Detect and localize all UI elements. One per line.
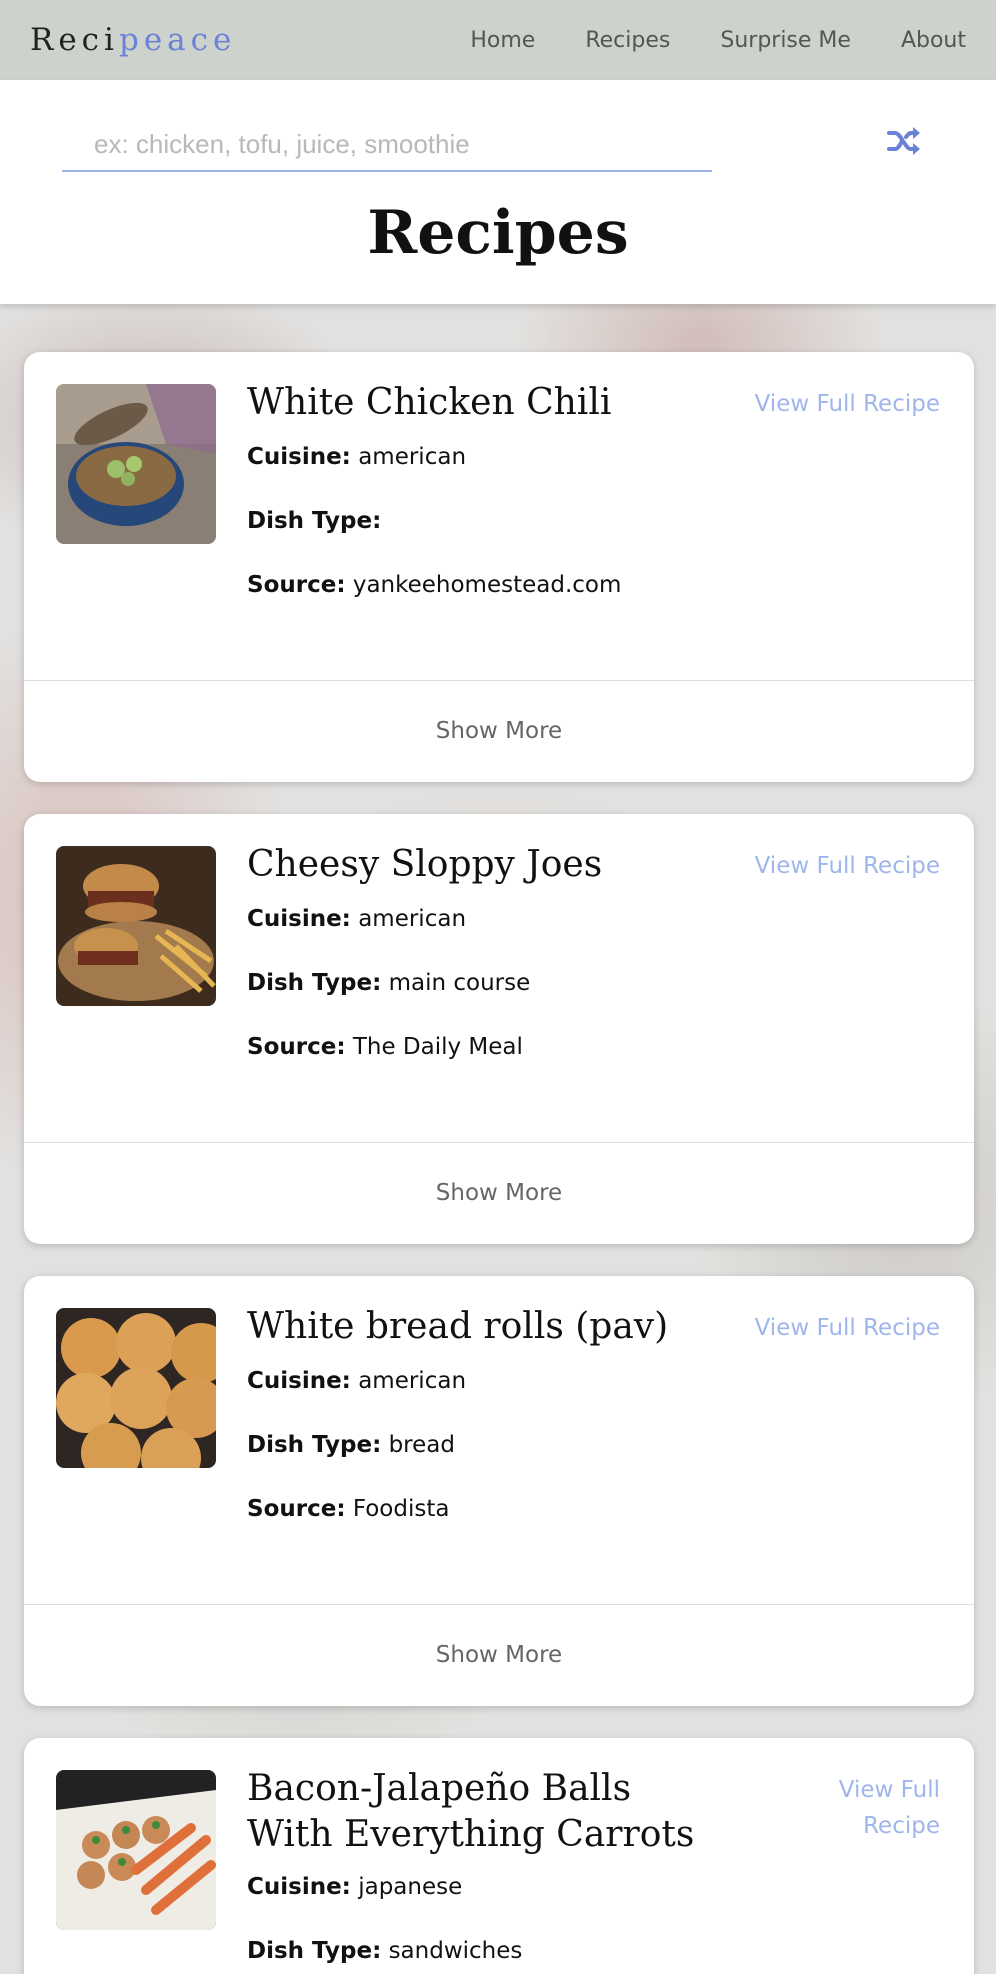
source-label: Source: [247,1034,346,1060]
nav-home[interactable]: Home [470,28,535,53]
logo[interactable]: Recipeace [30,22,236,58]
source-field: Source: yankeehomestead.com [247,572,621,598]
cuisine-value: american [358,906,467,932]
cuisine-field: Cuisine: japanese [247,1874,462,1900]
source-label: Source: [247,1496,346,1522]
recipe-image[interactable] [56,1308,216,1468]
dish-type-value: bread [388,1432,455,1458]
cuisine-value: american [358,444,467,470]
source-value: Foodista [352,1496,450,1522]
view-full-recipe-link[interactable]: View Full Recipe [755,848,940,884]
page-title: Recipes [367,198,629,268]
card-divider [24,1604,974,1605]
recipe-title: Bacon-Jalapeño Balls With Everything Car… [247,1768,695,1855]
nav-links: Home Recipes Surprise Me About [420,28,966,53]
recipe-card: Bacon-Jalapeño Balls With Everything Car… [24,1738,974,1974]
source-field: Source: The Daily Meal [247,1034,523,1060]
nav-recipes[interactable]: Recipes [585,28,670,53]
show-more-button[interactable]: Show More [24,718,974,744]
dish-type-label: Dish Type: [247,1432,382,1458]
cuisine-label: Cuisine: [247,906,351,932]
nav-about[interactable]: About [901,28,966,53]
logo-accent: peace [118,22,237,58]
recipe-title: Cheesy Sloppy Joes [247,844,603,885]
show-more-button[interactable]: Show More [24,1642,974,1668]
view-full-recipe-link[interactable]: View Full Recipe [810,1772,940,1844]
cuisine-label: Cuisine: [247,1368,351,1394]
recipe-card: White Chicken Chili View Full Recipe Cui… [24,352,974,782]
cuisine-label: Cuisine: [247,1874,351,1900]
shuffle-icon[interactable] [886,126,922,156]
search-input[interactable] [62,118,712,172]
recipe-image[interactable] [56,846,216,1006]
cuisine-field: Cuisine: american [247,1368,466,1394]
dish-type-field: Dish Type: [247,508,381,534]
dish-type-field: Dish Type: main course [247,970,530,996]
nav-surprise-me[interactable]: Surprise Me [720,28,851,53]
source-field: Source: Foodista [247,1496,449,1522]
logo-text: Reci [30,22,119,58]
recipe-card: Cheesy Sloppy Joes View Full Recipe Cuis… [24,814,974,1244]
view-full-recipe-link[interactable]: View Full Recipe [755,386,940,422]
recipe-image[interactable] [56,1770,216,1930]
dish-type-label: Dish Type: [247,970,382,996]
dish-type-value: main course [388,970,531,996]
source-label: Source: [247,572,346,598]
search-header: Recipes [0,80,996,304]
dish-type-field: Dish Type: sandwiches [247,1938,522,1964]
card-divider [24,1142,974,1143]
recipe-card: White bread rolls (pav) View Full Recipe… [24,1276,974,1706]
cuisine-value: american [358,1368,467,1394]
source-value: The Daily Meal [352,1034,523,1060]
recipe-title: White Chicken Chili [247,382,612,423]
cuisine-label: Cuisine: [247,444,351,470]
cuisine-field: Cuisine: american [247,906,466,932]
view-full-recipe-link[interactable]: View Full Recipe [755,1310,940,1346]
dish-type-field: Dish Type: bread [247,1432,455,1458]
cuisine-value: japanese [358,1874,463,1900]
source-value: yankeehomestead.com [352,572,622,598]
dish-type-label: Dish Type: [247,508,382,534]
card-divider [24,680,974,681]
recipe-image[interactable] [56,384,216,544]
navbar: Recipeace Home Recipes Surprise Me About [0,0,996,80]
dish-type-label: Dish Type: [247,1938,382,1964]
dish-type-value: sandwiches [388,1938,523,1964]
cuisine-field: Cuisine: american [247,444,466,470]
recipe-title: White bread rolls (pav) [247,1306,669,1347]
show-more-button[interactable]: Show More [24,1180,974,1206]
